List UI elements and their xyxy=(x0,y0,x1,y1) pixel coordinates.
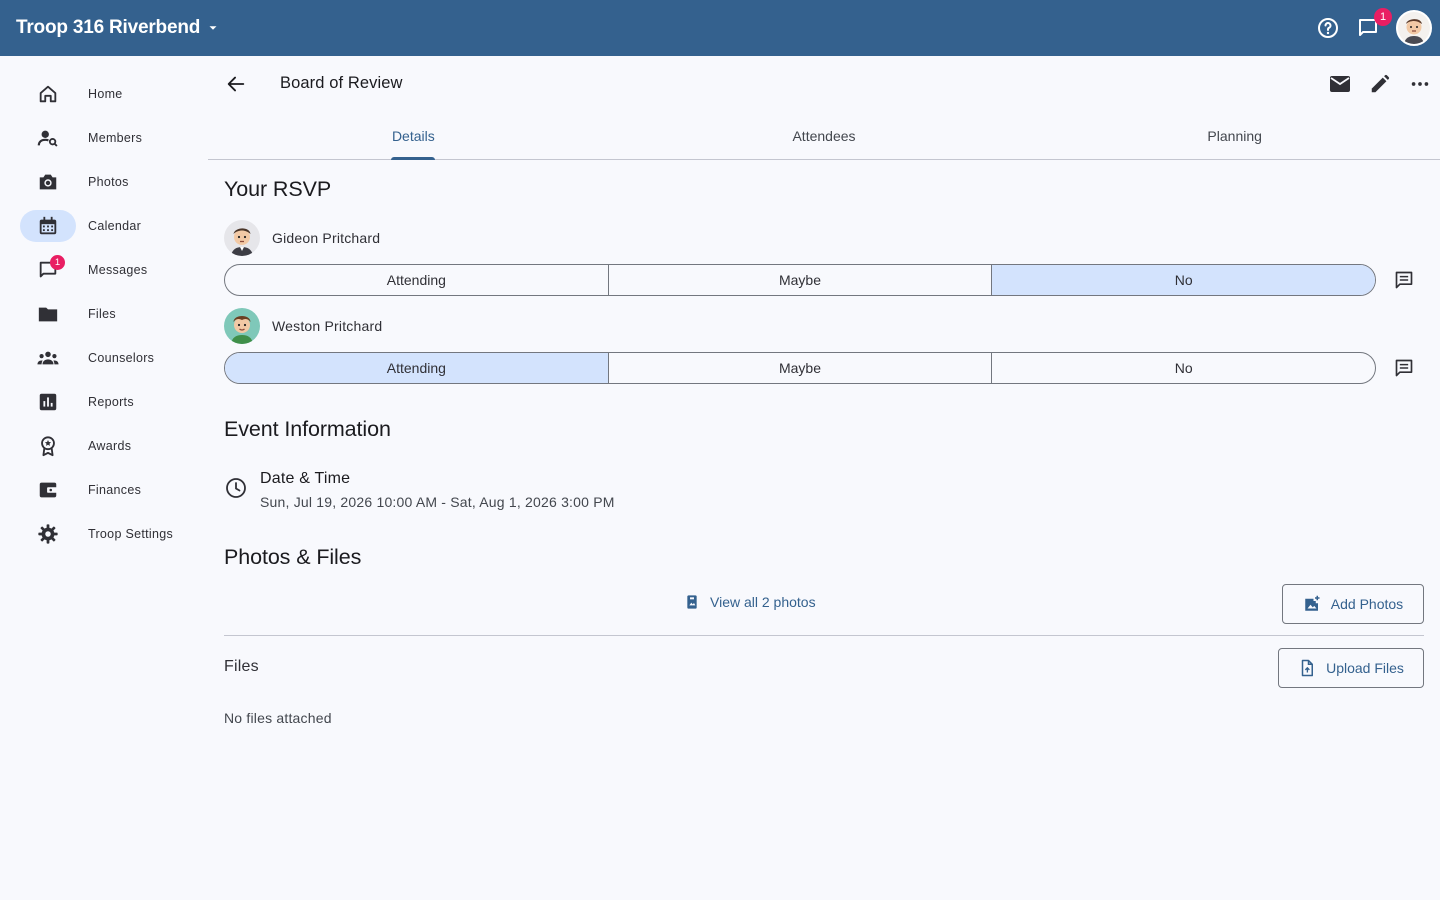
caret-down-icon xyxy=(209,26,217,30)
sidebar-item-label: Troop Settings xyxy=(88,527,174,541)
add-photos-label: Add Photos xyxy=(1330,596,1404,612)
tab-label: Attendees xyxy=(792,127,856,144)
date-time-label: Date & Time xyxy=(260,470,351,487)
user-avatar[interactable] xyxy=(1396,10,1432,46)
sidebar-item-label: Calendar xyxy=(88,219,142,233)
sidebar-item-messages[interactable]: 1 Messages xyxy=(20,254,200,286)
sidebar-item-reports[interactable]: Reports xyxy=(20,386,200,418)
sidebar-item-label: Files xyxy=(88,307,116,321)
mail-icon xyxy=(1330,76,1350,92)
rsvp-option-no[interactable]: No xyxy=(992,353,1375,383)
pencil-icon xyxy=(1371,74,1390,93)
troop-name: Troop 316 Riverbend xyxy=(16,17,201,38)
tab-bar: Details Attendees Planning xyxy=(208,112,1440,160)
sidebar-item-awards[interactable]: Awards xyxy=(20,430,200,462)
more-horizontal-icon xyxy=(1411,82,1429,86)
arrow-back-icon xyxy=(227,76,245,92)
tab-label: Details xyxy=(391,127,435,144)
rsvp-option-attending[interactable]: Attending xyxy=(225,265,609,295)
groups-icon xyxy=(37,351,59,365)
person-name: Gideon Pritchard xyxy=(272,230,381,246)
sidebar-item-label: Reports xyxy=(88,395,134,409)
rsvp-comment-button[interactable] xyxy=(1388,352,1420,384)
date-time-value: Sun, Jul 19, 2026 10:00 AM - Sat, Aug 1,… xyxy=(260,494,615,510)
rsvp-option-no[interactable]: No xyxy=(992,265,1375,295)
tab-attendees[interactable]: Attendees xyxy=(619,112,1030,159)
clock-icon xyxy=(226,478,246,498)
sidebar-item-label: Photos xyxy=(88,175,129,189)
divider xyxy=(224,635,1424,636)
upload-files-label: Upload Files xyxy=(1326,660,1404,676)
back-button[interactable] xyxy=(220,68,252,100)
comment-icon xyxy=(1395,359,1413,377)
sidebar-item-label: Finances xyxy=(88,483,142,497)
rsvp-segmented-control: Attending Maybe No xyxy=(224,352,1376,384)
files-label: Files xyxy=(224,658,259,675)
sidebar-nav: Home Members Photos Calendar 1 Messages … xyxy=(0,56,208,900)
gear-icon xyxy=(38,524,58,544)
sidebar-item-home[interactable]: Home xyxy=(20,78,200,110)
sidebar-item-label: Home xyxy=(88,87,123,101)
tab-label: Planning xyxy=(1207,127,1262,144)
wallet-icon xyxy=(39,482,58,498)
upload-files-button[interactable]: Upload Files xyxy=(1278,648,1424,688)
more-options-button[interactable] xyxy=(1404,68,1436,100)
home-icon xyxy=(39,85,57,103)
avatar xyxy=(224,220,260,256)
active-tab-indicator xyxy=(391,157,436,160)
rsvp-section-title: Your RSVP xyxy=(224,177,332,201)
sidebar-item-troop-settings[interactable]: Troop Settings xyxy=(20,518,200,550)
comment-icon xyxy=(1395,271,1413,289)
tab-planning[interactable]: Planning xyxy=(1029,112,1440,159)
view-all-photos-link[interactable]: View all 2 photos xyxy=(684,594,816,610)
add-photos-button[interactable]: Add Photos xyxy=(1282,584,1424,624)
sidebar-item-label: Awards xyxy=(88,439,132,453)
person-name: Weston Pritchard xyxy=(272,318,383,334)
top-app-bar: Troop 316 Riverbend 1 xyxy=(0,0,1440,56)
rsvp-person-1: Gideon Pritchard xyxy=(224,220,380,256)
upload-file-icon xyxy=(1301,659,1314,677)
rsvp-person-2: Weston Pritchard xyxy=(224,308,382,344)
camera-icon xyxy=(39,174,57,190)
sidebar-item-files[interactable]: Files xyxy=(20,298,200,330)
sidebar-item-counselors[interactable]: Counselors xyxy=(20,342,200,374)
edit-button[interactable] xyxy=(1364,68,1396,100)
troop-switcher[interactable]: Troop 316 Riverbend xyxy=(16,0,220,56)
sidebar-item-calendar[interactable]: Calendar xyxy=(20,210,200,242)
award-icon xyxy=(41,436,55,457)
avatar xyxy=(224,308,260,344)
tab-details[interactable]: Details xyxy=(208,112,619,160)
sidebar-item-label: Messages xyxy=(88,263,148,277)
folder-icon xyxy=(38,307,58,322)
rsvp-comment-button[interactable] xyxy=(1388,264,1420,296)
view-all-photos-label: View all 2 photos xyxy=(710,594,816,610)
add-photo-icon xyxy=(1305,595,1320,611)
help-icon xyxy=(1318,18,1338,38)
rsvp-option-maybe[interactable]: Maybe xyxy=(609,265,993,295)
rsvp-segmented-control: Attending Maybe No xyxy=(224,264,1376,296)
sidebar-item-label: Members xyxy=(88,131,143,145)
messages-badge: 1 xyxy=(50,255,65,270)
photos-files-section-title: Photos & Files xyxy=(224,545,362,569)
email-button[interactable] xyxy=(1324,68,1356,100)
sidebar-item-finances[interactable]: Finances xyxy=(20,474,200,506)
help-button[interactable] xyxy=(1312,12,1344,44)
person-search-icon xyxy=(37,130,58,147)
calendar-icon xyxy=(39,216,57,235)
rsvp-option-maybe[interactable]: Maybe xyxy=(609,353,993,383)
no-files-message: No files attached xyxy=(224,710,332,726)
sidebar-item-photos[interactable]: Photos xyxy=(20,166,200,198)
photo-album-icon xyxy=(687,595,697,609)
page-title: Board of Review xyxy=(280,74,403,92)
event-info-section-title: Event Information xyxy=(224,417,391,441)
rsvp-option-attending[interactable]: Attending xyxy=(225,353,609,383)
bar-chart-icon xyxy=(39,393,57,411)
sidebar-item-members[interactable]: Members xyxy=(20,122,200,154)
notification-badge: 1 xyxy=(1374,8,1392,26)
sidebar-item-label: Counselors xyxy=(88,351,155,365)
